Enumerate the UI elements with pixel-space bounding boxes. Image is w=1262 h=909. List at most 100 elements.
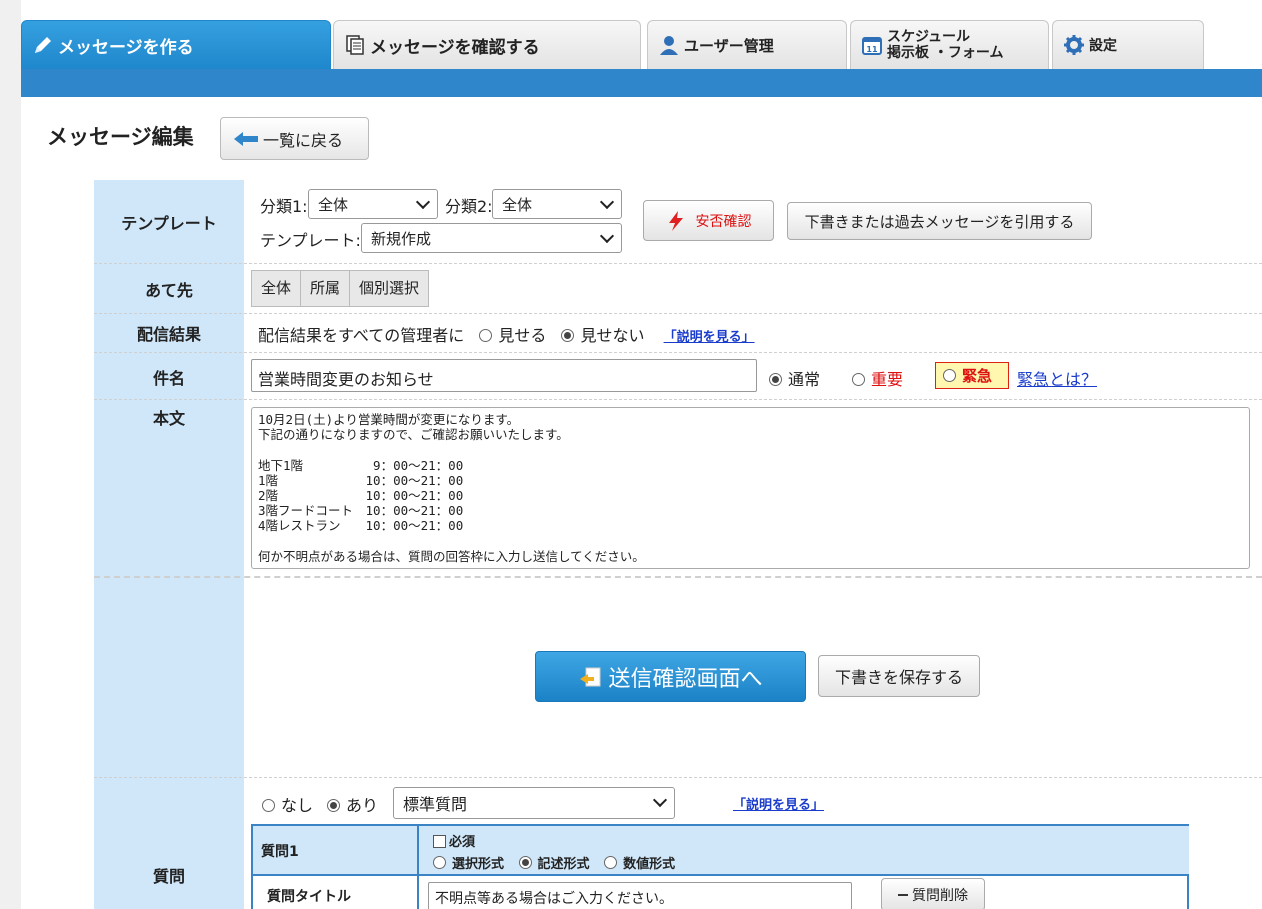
svg-text:11: 11 (866, 45, 878, 54)
delete-question-label: 質問削除 (912, 887, 968, 904)
delivery-help-link[interactable]: 「説明を見る」 (664, 330, 755, 345)
document-icon (344, 34, 366, 56)
cat2-select[interactable]: 全体 (492, 189, 622, 219)
delivery-label: 配信結果 (136, 325, 201, 344)
recipient-department[interactable]: 所属 (301, 271, 351, 306)
calendar-icon: 11 (861, 34, 883, 56)
tab-label: 設定 (1089, 38, 1117, 54)
radio-icon (943, 369, 956, 382)
required-checkbox[interactable]: 必須 (433, 831, 1189, 850)
cat1-value: 全体 (318, 195, 349, 214)
back-label: 一覧に戻る (263, 130, 344, 150)
chevron-down-icon (652, 792, 668, 808)
priority-urgent-label: 緊急 (962, 367, 993, 385)
subject-input[interactable]: 営業時間変更のお知らせ (251, 359, 757, 392)
chevron-down-icon (599, 194, 615, 210)
question-title-label: 質問タイトル (253, 876, 419, 909)
recipients-label: あて先 (145, 281, 193, 300)
delivery-hide-label: 見せない (580, 326, 645, 345)
question-table: 質問1 必須 選択形式 記述形式 数値形式 質問タイトル 不明点等ある場合はご入… (251, 824, 1189, 909)
back-to-list-button[interactable]: 一覧に戻る (220, 117, 369, 160)
tab-label-line2: 掲示板 ・フォーム (887, 45, 1004, 61)
chevron-down-icon (415, 194, 431, 210)
radio-icon (433, 856, 446, 869)
tab-label-group: スケジュール 掲示板 ・フォーム (887, 29, 1003, 61)
delivery-show-label: 見せる (498, 326, 547, 345)
question-yes-radio[interactable]: あり (327, 792, 378, 816)
delivery-hide-radio[interactable]: 見せない (561, 326, 644, 345)
question-none-radio[interactable]: なし (262, 792, 313, 816)
format-select-radio[interactable]: 選択形式 (433, 856, 505, 872)
format-number-radio[interactable]: 数値形式 (604, 856, 676, 872)
tab-schedule[interactable]: 11 スケジュール 掲示板 ・フォーム (850, 20, 1049, 69)
cat1-select[interactable]: 全体 (308, 189, 438, 219)
priority-urgent-radio[interactable]: 緊急 (935, 362, 1009, 389)
radio-icon (852, 373, 865, 386)
priority-important-label: 重要 (871, 370, 904, 389)
question-label: 質問 (152, 867, 185, 886)
tab-settings[interactable]: 設定 (1052, 20, 1204, 69)
radio-icon (479, 329, 493, 342)
template-select-label: テンプレート: (260, 231, 361, 250)
tab-label: メッセージを確認する (370, 37, 540, 58)
safety-check-button[interactable]: 安否確認 (643, 200, 774, 241)
format-text-label: 記述形式 (537, 857, 590, 872)
save-draft-button[interactable]: 下書きを保存する (818, 655, 980, 697)
recipient-individual[interactable]: 個別選択 (350, 271, 428, 306)
question-help-link[interactable]: 「説明を見る」 (733, 794, 824, 813)
divider (94, 576, 1262, 578)
body-label: 本文 (152, 409, 185, 428)
priority-normal-radio[interactable]: 通常 (769, 366, 820, 390)
tab-check-message[interactable]: メッセージを確認する (333, 20, 641, 69)
cat2-label: 分類2: (445, 197, 493, 216)
question-type-value: 標準質問 (403, 795, 468, 814)
format-number-label: 数値形式 (623, 857, 676, 872)
priority-important-radio[interactable]: 重要 (852, 366, 903, 390)
divider (94, 777, 1262, 778)
divider (94, 263, 1262, 264)
tab-label-line1: スケジュール (887, 29, 971, 45)
checkbox-icon (433, 835, 446, 848)
q1-options: 必須 選択形式 記述形式 数値形式 (419, 826, 1189, 876)
body-textarea[interactable]: 10月2日(土)より営業時間が変更になります。 下記の通りになりますので、ご確認… (251, 407, 1250, 569)
question-none-label: なし (281, 796, 314, 815)
send-icon (580, 667, 601, 686)
save-draft-label: 下書きを保存する (834, 668, 963, 687)
subject-label: 件名 (152, 369, 185, 388)
format-select-label: 選択形式 (452, 857, 505, 872)
arrow-left-icon (234, 131, 258, 146)
user-icon (658, 34, 680, 56)
radio-icon (769, 373, 782, 386)
tab-user-management[interactable]: ユーザー管理 (647, 20, 847, 69)
quote-draft-button[interactable]: 下書きまたは過去メッセージを引用する (787, 202, 1092, 240)
priority-normal-label: 通常 (788, 370, 821, 389)
tab-create-message[interactable]: メッセージを作る (21, 20, 331, 69)
recipient-all[interactable]: 全体 (252, 271, 302, 306)
urgent-help-link[interactable]: 緊急とは？ (1017, 366, 1097, 390)
template-select[interactable]: 新規作成 (361, 223, 622, 253)
radio-icon (518, 856, 532, 869)
tab-bar (21, 69, 1262, 97)
format-text-radio[interactable]: 記述形式 (518, 856, 590, 872)
tab-label: ユーザー管理 (684, 36, 774, 55)
delivery-options: 配信結果をすべての管理者に 見せる 見せない 「説明を見る」 (258, 322, 755, 346)
radio-icon (262, 799, 275, 812)
recipients-segmented: 全体 所属 個別選択 (251, 270, 430, 307)
cat1-label: 分類1: (260, 197, 308, 216)
question-yes-label: あり (346, 796, 379, 815)
delivery-text: 配信結果をすべての管理者に (258, 326, 465, 345)
question-type-select[interactable]: 標準質問 (393, 787, 675, 819)
delete-question-button[interactable]: 質問削除 (881, 878, 985, 909)
template-value: 新規作成 (371, 229, 432, 248)
question-title-input[interactable]: 不明点等ある場合はご入力ください。 (428, 882, 852, 909)
divider (94, 352, 1262, 353)
send-confirm-button[interactable]: 送信確認画面へ (535, 651, 806, 702)
delivery-show-radio[interactable]: 見せる (479, 326, 546, 345)
lightning-icon (668, 210, 683, 231)
page-title: メッセージ編集 (47, 125, 194, 149)
tab-label: メッセージを作る (58, 37, 194, 58)
divider (94, 399, 1262, 400)
chevron-down-icon (599, 228, 615, 244)
send-confirm-label: 送信確認画面へ (608, 666, 763, 692)
template-label: テンプレート (121, 214, 217, 233)
